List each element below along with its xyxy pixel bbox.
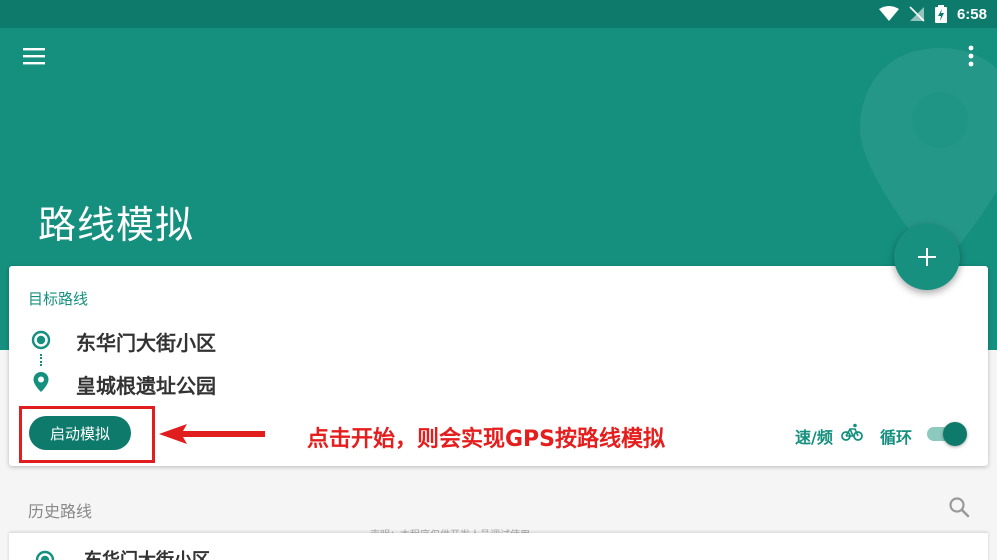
search-icon[interactable] (948, 496, 970, 518)
loop-toggle[interactable] (925, 422, 967, 446)
status-time: 6:58 (956, 5, 987, 23)
loop-label: 循环 (880, 428, 913, 447)
more-vertical-icon (968, 45, 974, 67)
menu-icon (23, 48, 45, 65)
speed-frequency-label[interactable]: 速/频 (795, 424, 833, 448)
menu-button[interactable] (20, 44, 48, 68)
battery-charging-icon (934, 5, 947, 23)
start-point-icon (35, 550, 55, 560)
page-title: 路线模拟 (38, 203, 195, 247)
more-options-button[interactable] (958, 42, 984, 70)
annotation-highlight-box (19, 406, 155, 463)
no-signal-icon (909, 6, 925, 22)
route-connector (40, 354, 42, 366)
end-point-pin-icon (33, 372, 49, 392)
add-route-button[interactable] (894, 224, 960, 290)
start-point-icon (31, 330, 51, 350)
annotation-text: 点击开始，则会实现GPS按路线模拟 (307, 427, 666, 452)
loop-toggle-thumb (943, 422, 967, 446)
status-icons: 6:58 (878, 0, 987, 28)
bicycle-icon[interactable] (841, 423, 863, 441)
status-bar: 6:58 (0, 0, 997, 28)
wifi-icon (878, 6, 899, 21)
annotation-arrow-icon (159, 424, 265, 444)
history-title: 历史路线 (28, 502, 93, 521)
route-card: 目标路线 东华门大街小区 皇城根遗址公园 启动模拟 点击开始，则会实现GPS按路… (9, 266, 988, 466)
plus-icon (918, 248, 936, 266)
history-list-item[interactable]: 东华门大街小区 (9, 533, 988, 560)
card-title: 目标路线 (28, 290, 89, 308)
history-item-name: 东华门大街小区 (84, 546, 210, 560)
end-location[interactable]: 皇城根遗址公园 (76, 370, 216, 399)
start-location[interactable]: 东华门大街小区 (76, 327, 216, 356)
